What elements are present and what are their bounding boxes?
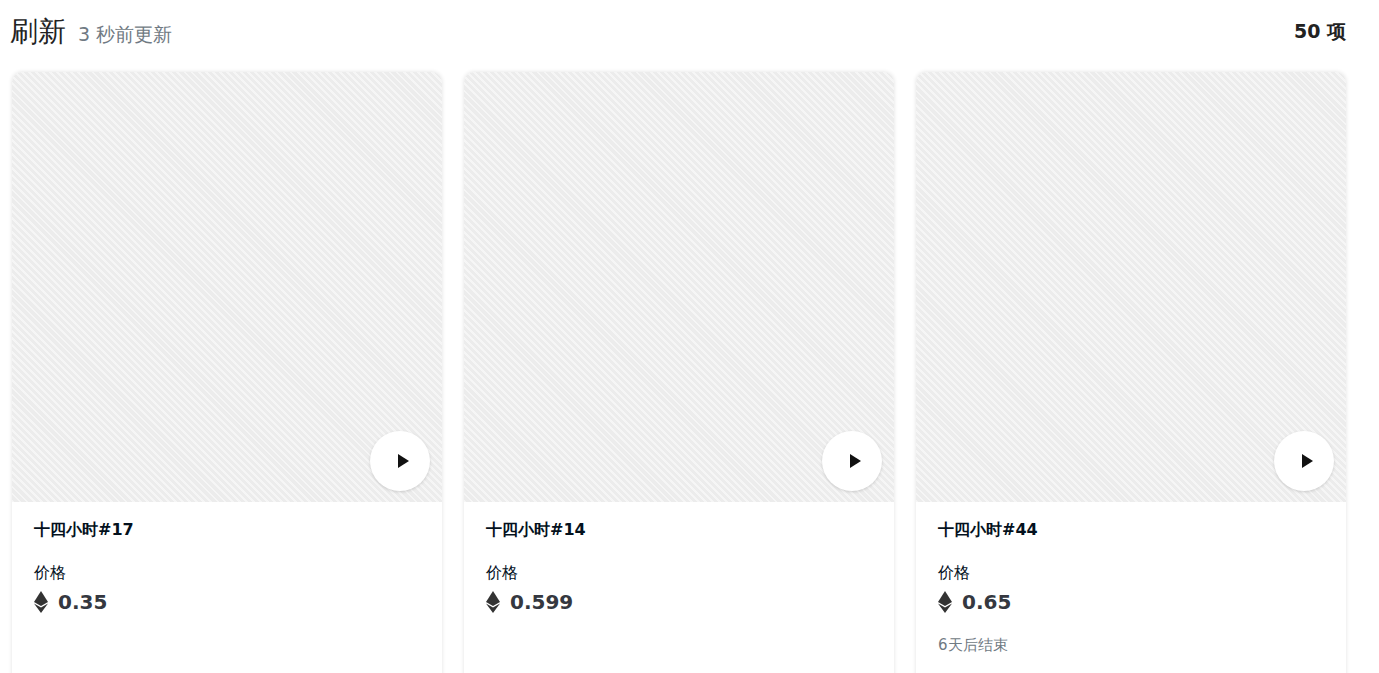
play-button[interactable] <box>822 431 882 491</box>
play-icon <box>1296 451 1316 471</box>
card-body: 十四小时#14 价格 0.599 <box>464 502 894 626</box>
updated-time: 3 秒前更新 <box>78 22 172 48</box>
artwork-image <box>916 72 1346 502</box>
card-body: 十四小时#44 价格 0.65 6天后结束 <box>916 502 1346 667</box>
nft-card[interactable]: 十四小时#14 价格 0.599 <box>464 72 894 673</box>
price-label: 价格 <box>938 562 1324 584</box>
listing-page: 刷新3 秒前更新50 项十四小时#17价格0.35十四小时#14价格0.599十… <box>0 0 1379 673</box>
price-label: 价格 <box>34 562 420 584</box>
price-row: 0.65 <box>938 590 1324 614</box>
price-row: 0.35 <box>34 590 420 614</box>
nft-card[interactable]: 十四小时#17 价格 0.35 <box>12 72 442 673</box>
card-title: 十四小时#44 <box>938 518 1324 542</box>
artwork-image <box>12 72 442 502</box>
card-grid: 十四小时#17 价格 0.35 十四小时#14 价格 0.599 十四小时#44 价格 0.65… <box>0 54 1379 673</box>
eth-icon <box>486 591 500 613</box>
price-value: 0.35 <box>58 590 107 614</box>
card-body: 十四小时#17 价格 0.35 <box>12 502 442 626</box>
price-value: 0.599 <box>510 590 573 614</box>
play-icon <box>844 451 864 471</box>
artwork-image <box>464 72 894 502</box>
play-button[interactable] <box>1274 431 1334 491</box>
refresh-button[interactable]: 刷新 <box>10 13 66 51</box>
eth-icon <box>938 591 952 613</box>
card-title: 十四小时#17 <box>34 518 420 542</box>
auction-ends: 6天后结束 <box>938 636 1324 655</box>
price-value: 0.65 <box>962 590 1011 614</box>
price-row: 0.599 <box>486 590 872 614</box>
price-label: 价格 <box>486 562 872 584</box>
eth-icon <box>34 591 48 613</box>
play-button[interactable] <box>370 431 430 491</box>
play-icon <box>392 451 412 471</box>
item-count: 50 项 <box>1294 19 1346 45</box>
listing-header: 刷新 3 秒前更新 50 项 <box>0 0 1379 54</box>
nft-card[interactable]: 十四小时#44 价格 0.65 6天后结束 <box>916 72 1346 673</box>
card-title: 十四小时#14 <box>486 518 872 542</box>
